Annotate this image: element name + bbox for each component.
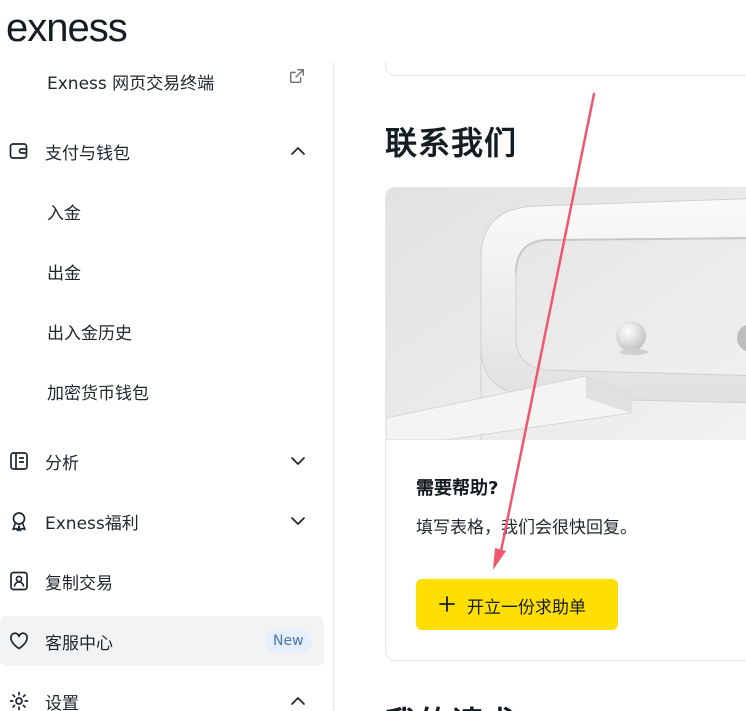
sidebar-item-label: Exness福利 [45, 513, 139, 534]
award-icon [12, 512, 26, 532]
gear-icon [9, 691, 29, 711]
wallet-icon [9, 143, 28, 159]
sidebar-item-label: Exness 网页交易终端 [47, 73, 215, 94]
top-header: exness [0, 0, 746, 62]
main-content: 联系我们 需要帮助? 填写表格，我们会很快回复。 开立一份求助单 [335, 62, 746, 711]
sidebar-item-label: 复制交易 [45, 573, 113, 594]
help-illustration [386, 188, 746, 440]
contact-card: 需要帮助? 填写表格，我们会很快回复。 开立一份求助单 [385, 187, 746, 661]
external-link-icon [289, 68, 305, 84]
sidebar-item-web-terminal[interactable]: Exness 网页交易终端 [0, 56, 324, 106]
sidebar-item-label: 分析 [45, 453, 79, 474]
open-ticket-label: 开立一份求助单 [467, 598, 586, 618]
analytics-icon [10, 452, 28, 470]
sidebar-item-label: 出入金历史 [47, 323, 132, 344]
sidebar-item-exness-benefits[interactable]: Exness福利 [0, 496, 324, 546]
page: exness Exness 网页交易终端 支付与钱包 入金 出金 出入金历史 加… [0, 0, 746, 711]
chevron-down-icon [291, 457, 305, 465]
chevron-down-icon [291, 517, 305, 525]
heart-icon [10, 632, 28, 650]
card-heading: 需要帮助? [416, 478, 499, 499]
my-requests-title: 我的请求 [385, 698, 517, 711]
sidebar-item-label: 支付与钱包 [45, 143, 130, 164]
sidebar-item-help-center[interactable]: 客服中心 New [0, 616, 324, 666]
sidebar-item-crypto-wallet[interactable]: 加密货币钱包 [0, 366, 324, 416]
sidebar-item-label: 设置 [45, 693, 79, 711]
previous-card [385, 62, 746, 76]
sidebar-item-transaction-history[interactable]: 出入金历史 [0, 306, 324, 356]
sidebar-item-payments-wallet[interactable]: 支付与钱包 [0, 126, 324, 176]
card-description: 填写表格，我们会很快回复。 [416, 518, 637, 538]
sidebar-item-label: 出金 [47, 263, 81, 284]
chevron-up-icon [291, 147, 305, 155]
sidebar-item-analytics[interactable]: 分析 [0, 436, 324, 486]
sidebar-item-label: 客服中心 [45, 633, 113, 654]
exness-logo[interactable]: exness [6, 6, 128, 51]
sidebar: Exness 网页交易终端 支付与钱包 入金 出金 出入金历史 加密货币钱包 分… [0, 62, 334, 711]
sidebar-item-label: 加密货币钱包 [47, 383, 149, 404]
sidebar-item-settings[interactable]: 设置 [0, 676, 324, 711]
open-ticket-button[interactable]: 开立一份求助单 [416, 579, 618, 630]
chevron-up-icon [291, 697, 305, 705]
copy-trading-icon [10, 571, 28, 591]
new-badge: New [265, 629, 312, 653]
plus-icon [439, 596, 455, 612]
sidebar-item-label: 入金 [47, 203, 81, 224]
sidebar-item-deposit[interactable]: 入金 [0, 186, 324, 236]
sidebar-item-copy-trading[interactable]: 复制交易 [0, 556, 324, 606]
page-title: 联系我们 [385, 124, 518, 162]
sidebar-item-withdrawal[interactable]: 出金 [0, 246, 324, 296]
